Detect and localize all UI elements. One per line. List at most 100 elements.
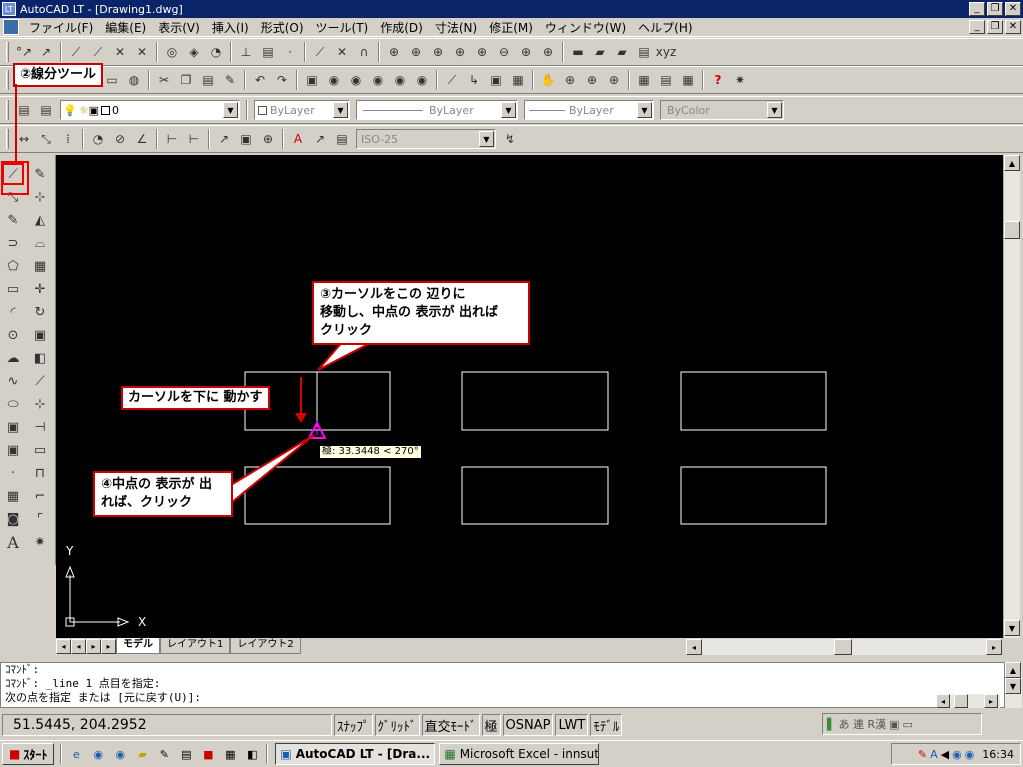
snap-center-icon[interactable]: ◎	[162, 42, 182, 62]
revcloud-icon[interactable]: ☁	[2, 347, 24, 369]
properties-icon[interactable]: ▣	[486, 70, 506, 90]
menu-edit[interactable]: 編集(E)	[99, 19, 152, 36]
cmd-scroll-right-icon[interactable]: ▸	[984, 694, 998, 708]
zoom-out-icon[interactable]: ⊖	[494, 42, 514, 62]
layer-previous-icon[interactable]: ▤	[36, 100, 56, 120]
doc-minimize-button[interactable]: _	[969, 20, 985, 34]
extend-icon[interactable]: ⊣	[29, 416, 51, 438]
snap-nearest-icon[interactable]: ⟋	[310, 42, 330, 62]
preview-icon[interactable]: ▭	[102, 70, 122, 90]
dim-text-edit-icon[interactable]: ↗	[310, 129, 330, 149]
offset-icon[interactable]: ⌓	[29, 232, 51, 254]
zoom-in-icon[interactable]: ⊕	[472, 42, 492, 62]
arc-icon[interactable]: ◜	[2, 301, 24, 323]
tracking-icon[interactable]: °↗	[14, 42, 34, 62]
dim-linear-icon[interactable]: ↔	[14, 129, 34, 149]
tab-prev-icon[interactable]: ◂	[71, 638, 86, 654]
matchprop-icon[interactable]: ✎	[220, 70, 240, 90]
web-icon[interactable]: ◉	[346, 70, 366, 90]
help-icon[interactable]: ?	[708, 70, 728, 90]
zoom-win-icon[interactable]: ⊕	[582, 70, 602, 90]
properties2-icon[interactable]: ▦	[634, 70, 654, 90]
tab-layout1[interactable]: レイアウト1	[160, 638, 231, 654]
pline-icon[interactable]: ✎	[2, 209, 24, 231]
break2-icon[interactable]: ⊓	[29, 462, 51, 484]
menu-insert[interactable]: 挿入(I)	[206, 19, 255, 36]
osnap-toggle[interactable]: OSNAP	[502, 714, 554, 736]
folder-icon[interactable]: ▰	[133, 745, 151, 763]
zoom-dynamic-icon[interactable]: ⊕	[428, 42, 448, 62]
media-icon[interactable]: ◉	[111, 745, 129, 763]
dim-radius-icon[interactable]: ◔	[88, 129, 108, 149]
spline-icon[interactable]: ∿	[2, 370, 24, 392]
snap-midpoint-icon[interactable]: ⟋	[88, 42, 108, 62]
dimstyle-manager-icon[interactable]: ↯	[500, 129, 520, 149]
zoom-all-icon[interactable]: ⊕	[516, 42, 536, 62]
start-button[interactable]: ■ ｽﾀｰﾄ	[2, 743, 55, 765]
zoom-scale-icon[interactable]: ⊕	[450, 42, 470, 62]
network-icon[interactable]: ◉	[952, 748, 962, 761]
hatch-icon[interactable]: ▦	[2, 485, 24, 507]
notepad-icon[interactable]: ▤	[177, 745, 195, 763]
rect-top-2[interactable]	[461, 371, 609, 431]
fillet-icon[interactable]: ⌜	[29, 508, 51, 530]
close-button[interactable]: ✕	[1005, 2, 1021, 16]
a-icon[interactable]: ◉	[324, 70, 344, 90]
command-scrollbar[interactable]: ▲ ▼	[1005, 662, 1022, 708]
circle-icon[interactable]: ⊙	[2, 324, 24, 346]
stretch-icon[interactable]: ◧	[29, 347, 51, 369]
task-autocad[interactable]: ▣ AutoCAD LT - [Dra...	[275, 743, 436, 765]
lwt-toggle[interactable]: LWT	[555, 714, 589, 736]
h-scroll-thumb[interactable]	[834, 639, 852, 655]
move-icon[interactable]: ✛	[29, 278, 51, 300]
dim-continue-icon[interactable]: ⊢	[184, 129, 204, 149]
ime-mode-icon[interactable]: ▣	[889, 718, 899, 731]
zoom-prev-icon[interactable]: ⊕	[604, 70, 624, 90]
erase-icon[interactable]: ✎	[29, 163, 51, 185]
calc-icon[interactable]: ▦	[221, 745, 239, 763]
tool-icon[interactable]: ✎	[155, 745, 173, 763]
massprop-icon[interactable]: ▰	[612, 42, 632, 62]
from-icon[interactable]: ↗	[36, 42, 56, 62]
locate-point-icon[interactable]: xyz	[656, 42, 677, 62]
snap-node-icon[interactable]: ·	[280, 42, 300, 62]
copy-icon[interactable]: ❐	[176, 70, 196, 90]
whats-new-icon[interactable]: ✷	[730, 70, 750, 90]
dim-diameter-icon[interactable]: ⊘	[110, 129, 130, 149]
snap-endpoint-icon[interactable]: ⟋	[66, 42, 86, 62]
pan-icon[interactable]: ✋	[538, 70, 558, 90]
spell-icon[interactable]: ◍	[124, 70, 144, 90]
cmd-scroll-thumb[interactable]	[954, 694, 968, 708]
menu-file[interactable]: ファイル(F)	[23, 19, 99, 36]
break-icon[interactable]: ▭	[29, 439, 51, 461]
scroll-down-icon[interactable]: ▼	[1004, 620, 1020, 636]
coordinate-display[interactable]: 51.5445, 204.2952	[2, 714, 332, 736]
rect-bottom-2[interactable]	[461, 466, 609, 525]
polar-toggle[interactable]: 極	[481, 714, 501, 736]
tab-model[interactable]: モデル	[116, 638, 160, 654]
tab-next-icon[interactable]: ▸	[86, 638, 101, 654]
ie-icon[interactable]: e	[67, 745, 85, 763]
rect-bottom-3[interactable]	[680, 466, 827, 525]
plotstyle-select[interactable]: ByColor ▼	[660, 100, 784, 120]
rectangle-icon[interactable]: ▭	[2, 278, 24, 300]
rect-bottom-1[interactable]	[244, 466, 391, 525]
redo-icon[interactable]: ↷	[272, 70, 292, 90]
dim-baseline-icon[interactable]: ⊢	[162, 129, 182, 149]
drawing-canvas[interactable]: Y X 極: 33.3448 < 270° ③カーソルをこの 辺りに 移動し、中…	[56, 155, 1003, 638]
ellipse-icon[interactable]: ⬭	[2, 393, 24, 415]
polygon-icon[interactable]: ⊃	[2, 232, 24, 254]
command-prompt[interactable]: 次の点を指定 または [元に戻す(U)]:	[5, 691, 1004, 705]
dimstyle-select[interactable]: ISO-25 ▼	[356, 129, 496, 149]
snap-toggle[interactable]: ｽﾅｯﾌﾟ	[334, 714, 373, 736]
doc-restore-button[interactable]: ❐	[987, 20, 1003, 34]
rect-top-3[interactable]	[680, 371, 827, 431]
hyperlink-icon[interactable]: ▣	[302, 70, 322, 90]
ime-bar[interactable]: ▌ あ 連 R漢 ▣ ▭	[822, 713, 982, 735]
menu-help[interactable]: ヘルプ(H)	[632, 19, 698, 36]
app-tray-icon[interactable]: ◉	[965, 748, 975, 761]
copy-object-icon[interactable]: ⊹	[29, 186, 51, 208]
distance-icon[interactable]: ▬	[568, 42, 588, 62]
document-icon[interactable]	[3, 19, 19, 35]
layer-manager-icon[interactable]: ▤	[14, 100, 34, 120]
